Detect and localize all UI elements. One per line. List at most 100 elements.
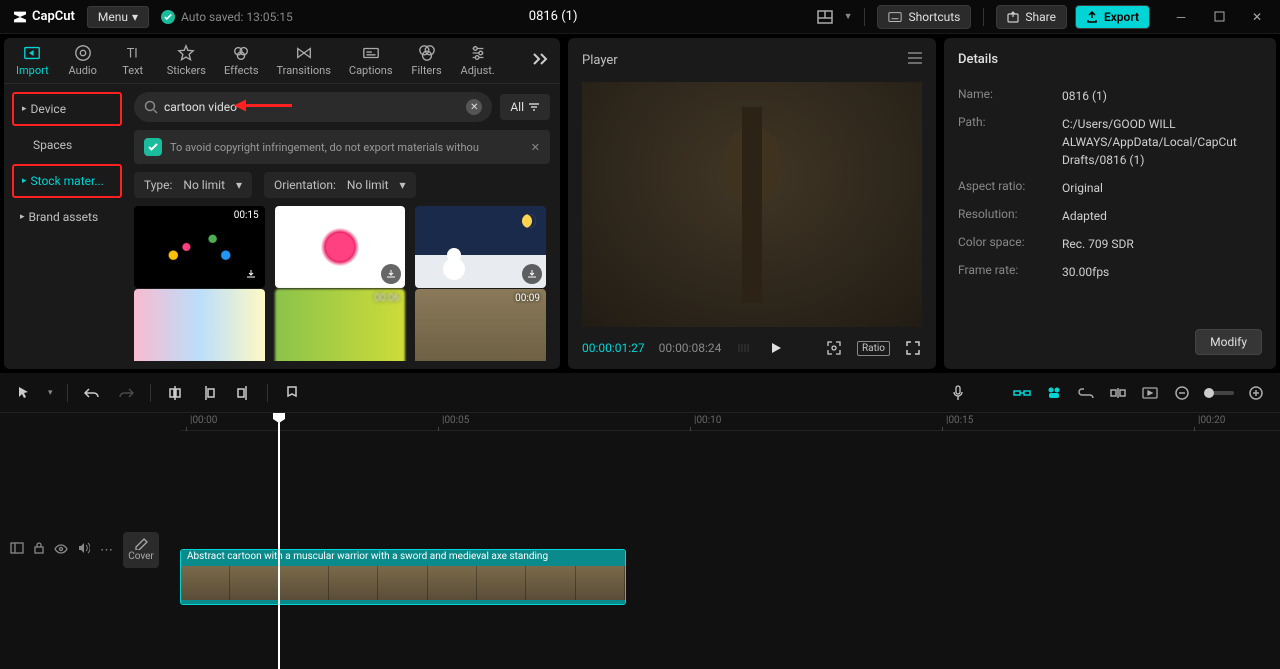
tab-text[interactable]: TIText xyxy=(109,40,157,81)
captions-icon xyxy=(362,44,380,62)
shortcuts-button[interactable]: Shortcuts xyxy=(877,5,971,29)
fullscreen-button[interactable] xyxy=(904,339,922,357)
filter-lines-icon xyxy=(528,102,540,112)
zoom-slider[interactable] xyxy=(1204,391,1234,395)
transitions-icon xyxy=(295,44,313,62)
chevron-down-icon[interactable]: ▼ xyxy=(844,11,853,22)
undo-button[interactable] xyxy=(82,383,102,403)
thumb-duration: 00:09 xyxy=(515,293,540,304)
download-icon[interactable] xyxy=(241,264,261,284)
stock-thumbnail[interactable] xyxy=(134,289,265,362)
adjust-icon xyxy=(469,44,487,62)
player-viewport[interactable] xyxy=(582,82,922,327)
modify-button[interactable]: Modify xyxy=(1195,329,1262,355)
chevron-down-icon: ▾ xyxy=(132,10,138,24)
pointer-tool[interactable] xyxy=(14,383,34,403)
detail-label-resolution: Resolution: xyxy=(958,207,1062,225)
project-title: 0816 (1) xyxy=(305,9,802,24)
detail-label-colorspace: Color space: xyxy=(958,235,1062,253)
tab-filters[interactable]: Filters xyxy=(403,40,451,81)
download-icon[interactable] xyxy=(381,264,401,284)
detail-value-name: 0816 (1) xyxy=(1062,87,1262,105)
app-name: CapCut xyxy=(32,9,75,24)
autosave-status: Auto saved: 13:05:15 xyxy=(161,10,293,24)
timeline-ruler[interactable]: |00:00 |00:05 |00:10 |00:15 |00:20 xyxy=(180,413,1280,431)
prev-frame-button[interactable] xyxy=(735,339,753,357)
snap-toggle[interactable] xyxy=(1108,383,1128,403)
timeline-tracks[interactable]: Abstract cartoon with a muscular warrior… xyxy=(180,431,1280,669)
playhead[interactable] xyxy=(278,413,280,669)
lock-icon[interactable] xyxy=(34,542,44,558)
zoom-out-button[interactable] xyxy=(1172,383,1192,403)
tab-effects[interactable]: Effects xyxy=(216,40,267,81)
tab-adjust[interactable]: Adjust. xyxy=(453,40,503,81)
chevron-down-icon[interactable]: ▾ xyxy=(48,388,53,398)
close-button[interactable]: ✕ xyxy=(1246,6,1268,28)
chevron-down-icon: ▾ xyxy=(400,178,406,192)
cover-button[interactable]: Cover xyxy=(123,532,159,568)
stock-thumbnail[interactable]: 00:09 xyxy=(415,289,546,362)
search-scope-all[interactable]: All xyxy=(500,94,550,120)
track-options-icon[interactable] xyxy=(10,542,24,558)
svg-text:TI: TI xyxy=(126,47,137,62)
search-input[interactable] xyxy=(164,100,460,114)
tab-import[interactable]: Import xyxy=(8,40,57,81)
search-container: ✕ xyxy=(134,92,492,122)
stock-thumbnail[interactable] xyxy=(275,206,406,288)
stock-thumbnail[interactable] xyxy=(415,206,546,288)
more-icon[interactable]: ⋯ xyxy=(100,543,113,558)
tab-stickers[interactable]: Stickers xyxy=(159,40,214,81)
split-right-tool[interactable] xyxy=(233,383,253,403)
player-menu-icon[interactable] xyxy=(908,52,922,68)
copyright-warning: To avoid copyright infringement, do not … xyxy=(134,130,550,164)
tab-audio[interactable]: Audio xyxy=(59,40,107,81)
minimize-button[interactable]: ─ xyxy=(1170,6,1192,28)
magnet-toggle[interactable] xyxy=(1012,383,1032,403)
sidenav-spaces[interactable]: Spaces xyxy=(12,130,122,160)
filter-type[interactable]: Type: No limit ▾ xyxy=(134,172,252,198)
warning-close-button[interactable]: ✕ xyxy=(531,141,540,154)
split-tool[interactable] xyxy=(165,383,185,403)
menu-button[interactable]: Menu ▾ xyxy=(87,6,149,28)
preview-toggle[interactable] xyxy=(1140,383,1160,403)
layout-icon[interactable] xyxy=(814,6,836,28)
share-button[interactable]: Share xyxy=(996,5,1067,29)
maximize-button[interactable] xyxy=(1208,6,1230,28)
link-toggle[interactable] xyxy=(1044,383,1064,403)
redo-button[interactable] xyxy=(116,383,136,403)
scale-fit-icon[interactable] xyxy=(825,339,843,357)
stock-thumbnail[interactable]: 00:15 xyxy=(134,206,265,288)
check-icon xyxy=(161,10,175,24)
detail-label-ratio: Aspect ratio: xyxy=(958,179,1062,197)
chain-toggle[interactable] xyxy=(1076,383,1096,403)
sidenav-brand-assets[interactable]: ▸Brand assets xyxy=(12,202,122,232)
split-left-tool[interactable] xyxy=(199,383,219,403)
sidenav-device[interactable]: ▸Device xyxy=(12,92,122,126)
clear-search-button[interactable]: ✕ xyxy=(466,99,482,115)
detail-value-fps: 30.00fps xyxy=(1062,263,1262,281)
share-icon xyxy=(1007,11,1019,23)
speaker-icon[interactable] xyxy=(78,542,90,558)
search-icon xyxy=(144,100,158,114)
tab-captions[interactable]: Captions xyxy=(341,40,401,81)
pencil-icon xyxy=(134,538,148,550)
timecode-duration: 00:00:08:24 xyxy=(659,341,722,355)
detail-value-colorspace: Rec. 709 SDR xyxy=(1062,235,1262,253)
download-icon[interactable] xyxy=(522,264,542,284)
eye-icon[interactable] xyxy=(54,543,68,558)
thumb-duration: 00:06 xyxy=(374,293,399,304)
ratio-button[interactable]: Ratio xyxy=(857,341,890,356)
shield-icon xyxy=(144,138,162,156)
export-button[interactable]: Export xyxy=(1075,5,1150,29)
stock-thumbnail[interactable]: 00:06 xyxy=(275,289,406,362)
tabs-scroll-right[interactable] xyxy=(526,52,556,69)
marker-tool[interactable] xyxy=(282,383,302,403)
app-logo: CapCut xyxy=(12,9,75,25)
zoom-in-button[interactable] xyxy=(1246,383,1266,403)
tab-transitions[interactable]: Transitions xyxy=(269,40,339,81)
filter-orientation[interactable]: Orientation: No limit ▾ xyxy=(264,172,416,198)
timeline-clip[interactable]: Abstract cartoon with a muscular warrior… xyxy=(180,549,626,605)
sidenav-stock-materials[interactable]: ▸Stock mater... xyxy=(12,164,122,198)
play-button[interactable] xyxy=(767,339,785,357)
mic-button[interactable] xyxy=(948,383,968,403)
